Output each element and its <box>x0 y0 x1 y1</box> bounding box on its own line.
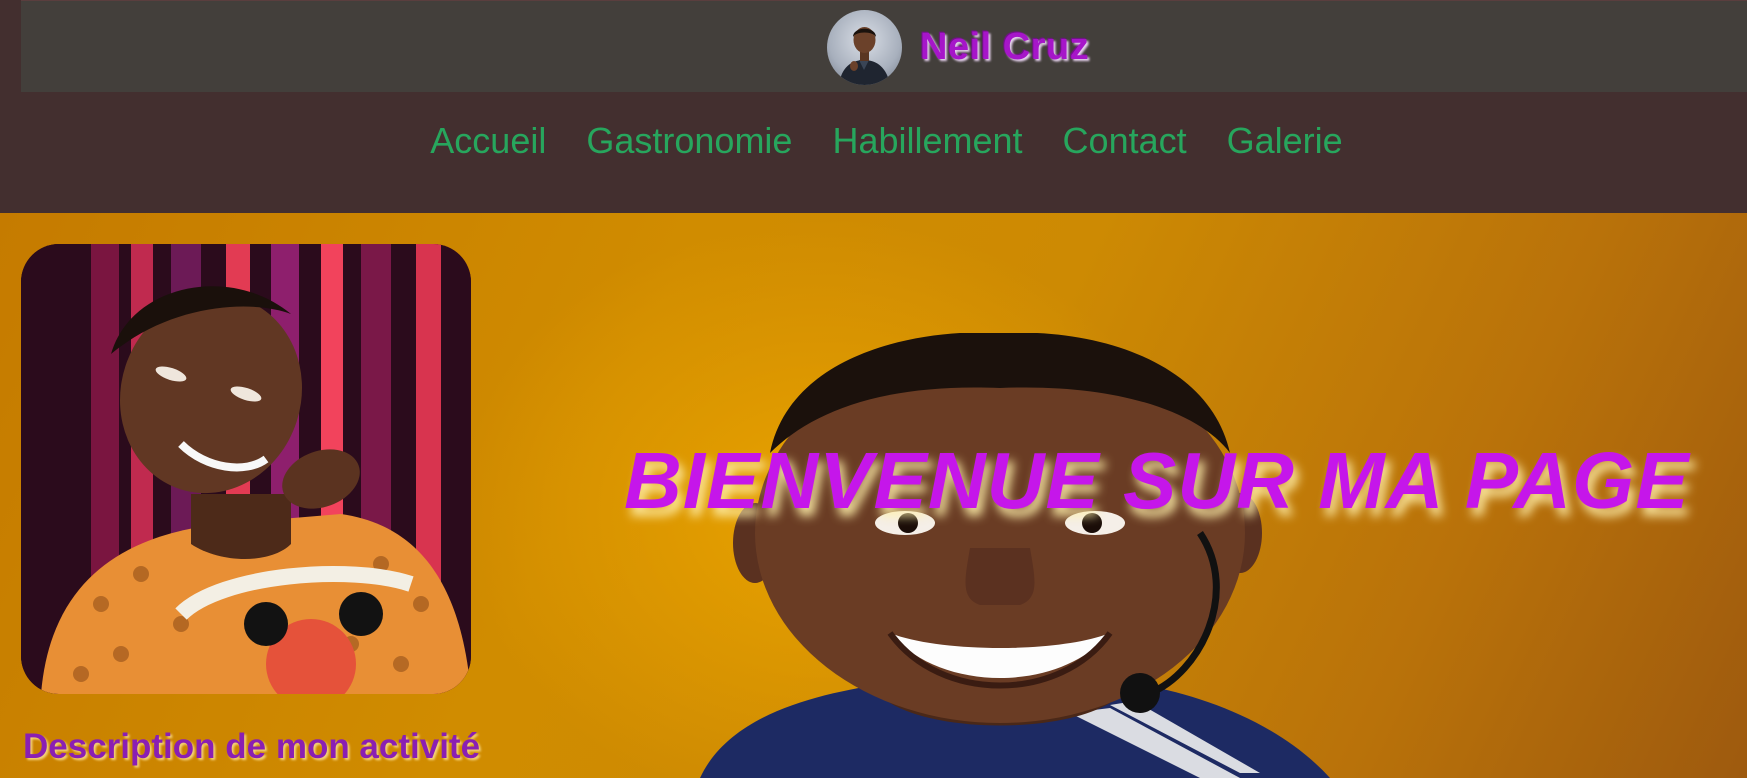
avatar-photo-icon <box>839 26 890 85</box>
profile-photo <box>21 244 471 694</box>
site-name[interactable]: Neil Cruz <box>920 26 1089 69</box>
page: Neil Cruz Accueil Gastronomie Habillemen… <box>0 0 1747 778</box>
main-nav: Accueil Gastronomie Habillement Contact … <box>0 92 1747 213</box>
avatar[interactable] <box>827 9 902 85</box>
site-header: Neil Cruz <box>21 0 1747 92</box>
activity-description-heading: Description de mon activité <box>23 727 481 766</box>
hero-section: BIENVENUE SUR MA PAGE Description de mon… <box>0 213 1747 778</box>
nav-item-galerie[interactable]: Galerie <box>1227 118 1343 164</box>
nav-item-accueil[interactable]: Accueil <box>430 118 546 164</box>
nav-item-gastronomie[interactable]: Gastronomie <box>586 118 792 164</box>
brand[interactable]: Neil Cruz <box>827 9 1089 85</box>
hero-background-photo-icon <box>700 333 1330 778</box>
nav-item-habillement[interactable]: Habillement <box>832 118 1022 164</box>
nav-item-contact[interactable]: Contact <box>1063 118 1187 164</box>
welcome-title: BIENVENUE SUR MA PAGE <box>624 436 1690 525</box>
profile-photo-icon <box>21 244 471 694</box>
